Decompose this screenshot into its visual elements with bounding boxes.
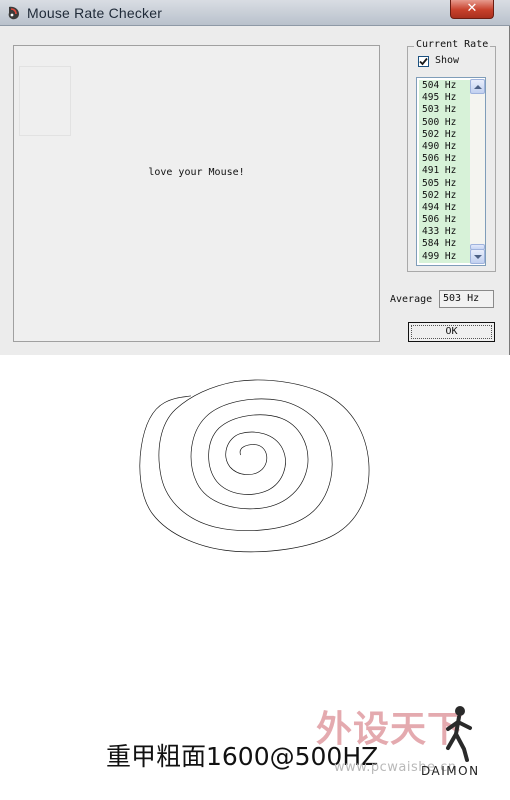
window-title: Mouse Rate Checker: [27, 5, 163, 21]
rate-list-item[interactable]: 504 Hz: [419, 80, 470, 92]
ok-button[interactable]: OK: [408, 322, 495, 342]
scroll-down-arrow-icon: [474, 255, 482, 259]
rate-listbox[interactable]: 504 Hz 495 Hz 503 Hz 500 Hz 502 Hz 490 Hz 506 …: [416, 77, 486, 266]
average-value-field: 503 Hz: [439, 290, 494, 308]
rate-list-item[interactable]: 499 Hz: [419, 251, 470, 263]
rate-list-item[interactable]: 433 Hz: [419, 226, 470, 238]
mouse-test-canvas[interactable]: love your Mouse!: [13, 45, 380, 342]
current-rate-label: Current Rate: [414, 39, 491, 50]
show-checkbox-label[interactable]: Show: [435, 55, 459, 66]
rate-list-item[interactable]: 502 Hz: [419, 129, 470, 141]
scroll-up-arrow-icon: [474, 85, 482, 89]
mouse-drawing-area: 外设天下: [0, 356, 510, 800]
close-button[interactable]: ✕: [450, 0, 494, 19]
rate-list-item[interactable]: 506 Hz: [419, 214, 470, 226]
mouse-rate-checker-window: Mouse Rate Checker ✕ love your Mouse! Cu…: [0, 0, 510, 355]
rate-list-item[interactable]: 500 Hz: [419, 117, 470, 129]
rate-list-item[interactable]: 494 Hz: [419, 202, 470, 214]
running-figure-logo: [446, 706, 472, 762]
rate-list-item[interactable]: 584 Hz: [419, 238, 470, 250]
mouse-app-icon: [8, 6, 19, 20]
scroll-up-button[interactable]: [470, 79, 485, 94]
rate-list-item[interactable]: 490 Hz: [419, 141, 470, 153]
rate-list-scrollbar[interactable]: [470, 79, 485, 264]
author-signature: DAIMON: [421, 764, 480, 778]
scroll-down-button[interactable]: [470, 249, 485, 264]
show-checkbox[interactable]: [418, 56, 429, 67]
rate-list-items: 504 Hz 495 Hz 503 Hz 500 Hz 502 Hz 490 Hz 506 …: [419, 80, 470, 263]
title-bar[interactable]: Mouse Rate Checker ✕: [0, 0, 510, 26]
average-label: Average: [390, 294, 433, 305]
rate-list-item[interactable]: 491 Hz: [419, 165, 470, 177]
close-icon: ✕: [466, 1, 478, 16]
canvas-inner-frame: [19, 66, 71, 136]
checkmark-icon: [419, 57, 428, 66]
rate-list-item[interactable]: 506 Hz: [419, 153, 470, 165]
rate-list-item[interactable]: 495 Hz: [419, 92, 470, 104]
rate-list-item[interactable]: 505 Hz: [419, 178, 470, 190]
rate-list-item[interactable]: 502 Hz: [419, 190, 470, 202]
rate-list-item[interactable]: 503 Hz: [419, 104, 470, 116]
canvas-message: love your Mouse!: [148, 167, 245, 178]
